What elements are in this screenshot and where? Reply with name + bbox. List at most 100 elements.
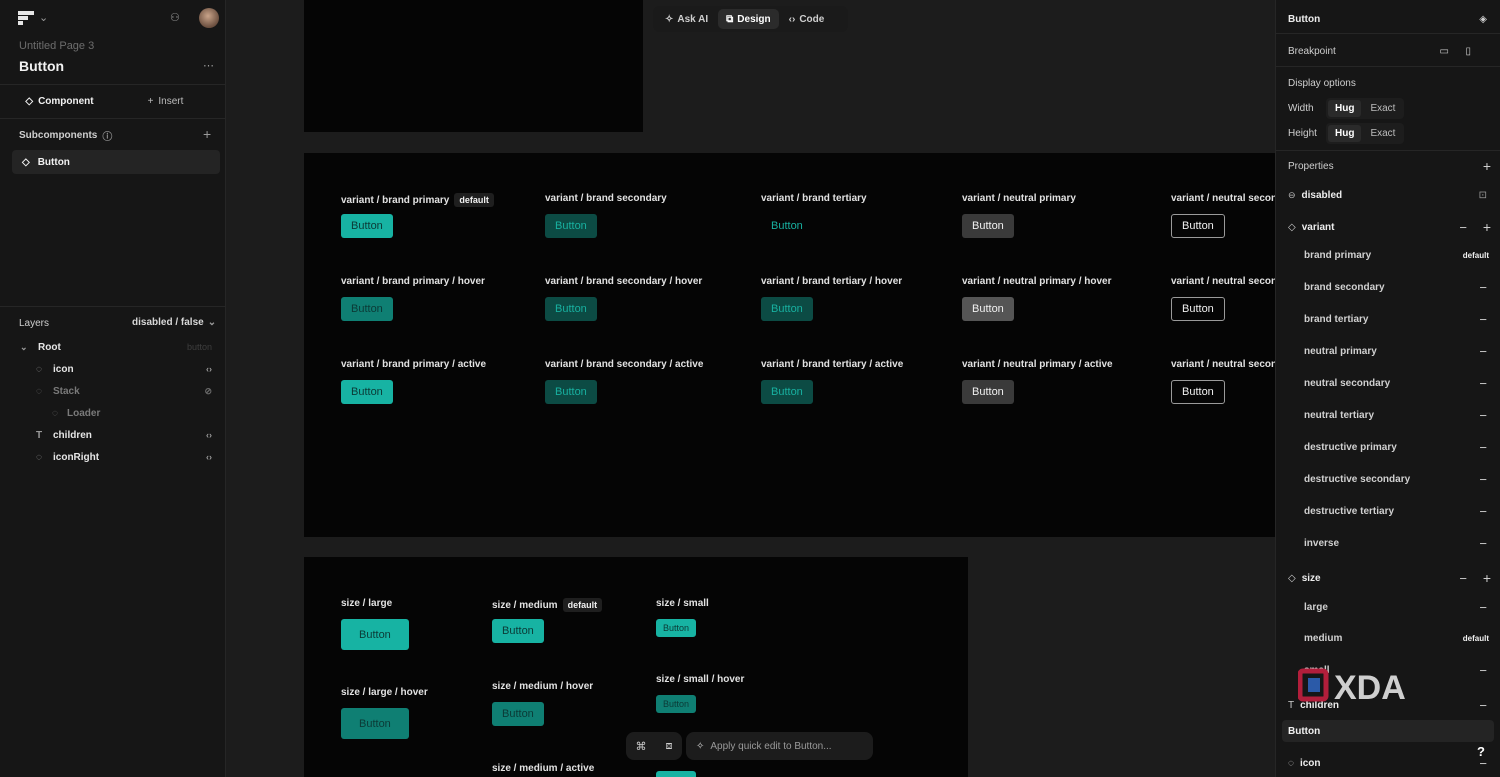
lock-icon[interactable]: ⊡ [1479,190,1487,201]
slot-dotted-icon: ◌ [36,385,42,397]
add-option-icon[interactable]: + [1483,570,1491,586]
preview-icon[interactable]: ⧈ [666,740,673,753]
ask-ai-button[interactable]: ✧ Ask AI [657,9,716,29]
app-logo-icon[interactable] [18,11,34,25]
add-user-icon[interactable]: ⚇ [170,11,180,24]
variant-option[interactable]: neutral tertiary − [1276,404,1500,426]
button-brand-tertiary-hover[interactable]: Button [761,297,813,321]
help-button[interactable]: ? [1477,744,1485,759]
button-brand-tertiary[interactable]: Button [761,214,813,238]
variant-option[interactable]: neutral primary − [1276,340,1500,362]
remove-icon[interactable]: − [1479,472,1487,487]
more-options-icon[interactable]: ⋯ [203,59,214,72]
button-brand-primary-hover[interactable]: Button [341,297,393,321]
remove-icon[interactable]: − [1459,571,1467,586]
button-neutral-secondary-hover[interactable]: Button [1171,297,1225,321]
mode-toolbar: ✧ Ask AI ⧉ Design ‹› Code [653,6,848,32]
quick-edit-input[interactable]: ✧ Apply quick edit to Button... [686,732,873,760]
button-brand-primary-active[interactable]: Button [341,380,393,404]
button-brand-tertiary-active[interactable]: Button [761,380,813,404]
remove-icon[interactable]: − [1479,376,1487,391]
button-brand-secondary-active[interactable]: Button [545,380,597,404]
variant-option[interactable]: destructive primary − [1276,436,1500,458]
height-exact-option[interactable]: Exact [1363,125,1402,142]
variant-option[interactable]: brand tertiary − [1276,308,1500,330]
logo-menu-chevron-icon[interactable]: ⌄ [39,11,48,24]
info-icon[interactable]: ⓘ [102,128,112,143]
children-value-input[interactable]: Button [1282,720,1494,742]
layers-filter-dropdown[interactable]: disabled / false ⌄ [132,317,216,328]
variant-option[interactable]: destructive tertiary − [1276,500,1500,522]
button-size-large-hover[interactable]: Button [341,708,409,739]
subcomponent-item-button[interactable]: ◇ Button [12,150,220,174]
button-neutral-secondary-active[interactable]: Button [1171,380,1225,404]
code-slot-icon[interactable]: ‹› [206,364,212,374]
add-property-icon[interactable]: + [1483,158,1491,174]
button-brand-primary[interactable]: Button [341,214,393,238]
button-neutral-primary-hover[interactable]: Button [962,297,1014,321]
height-segmented-control: Hug Exact [1326,122,1405,144]
button-brand-secondary[interactable]: Button [545,214,597,238]
code-slot-icon[interactable]: ‹› [206,452,212,462]
property-variant[interactable]: ◇ variant − + [1276,216,1500,238]
button-size-medium-hover[interactable]: Button [492,702,544,726]
avatar[interactable] [199,8,219,28]
code-slot-icon[interactable]: ‹› [206,430,212,440]
layer-children[interactable]: T children ‹› [12,423,220,447]
width-exact-option[interactable]: Exact [1363,100,1402,117]
desktop-icon[interactable]: ▭ [1440,46,1449,57]
size-option[interactable]: large − [1276,596,1500,618]
layer-icon[interactable]: ◌ icon ‹› [12,357,220,381]
mobile-icon[interactable]: ▯ [1465,46,1471,57]
remove-icon[interactable]: − [1479,280,1487,295]
button-neutral-primary[interactable]: Button [962,214,1014,238]
layer-stack[interactable]: ◌ Stack ⊘ [12,379,220,403]
variant-option[interactable]: neutral secondary − [1276,372,1500,394]
button-neutral-secondary[interactable]: Button [1171,214,1225,238]
variant-option[interactable]: inverse − [1276,532,1500,554]
add-subcomponent-icon[interactable]: + [203,126,211,142]
remove-icon[interactable]: − [1479,663,1487,678]
variant-diamond-icon: ◇ [1288,572,1296,584]
code-button[interactable]: ‹› Code [781,9,833,29]
layer-iconright[interactable]: ◌ iconRight ‹› [12,445,220,469]
chevron-down-icon: ⌄ [207,317,217,328]
variant-option[interactable]: brand secondary − [1276,276,1500,298]
button-size-small-active[interactable] [656,771,696,777]
variant-option[interactable]: destructive secondary − [1276,468,1500,490]
width-hug-option[interactable]: Hug [1328,99,1362,117]
remove-icon[interactable]: − [1479,440,1487,455]
variant-option[interactable]: brand primary default [1276,244,1500,266]
button-neutral-primary-active[interactable]: Button [962,380,1014,404]
layer-loader[interactable]: ◌ Loader [12,401,220,425]
component-icon[interactable]: ◈ [1479,14,1487,25]
add-option-icon[interactable]: + [1483,219,1491,235]
width-row: Width Hug Exact [1276,97,1500,119]
remove-icon[interactable]: − [1479,312,1487,327]
property-size[interactable]: ◇ size − + [1276,567,1500,589]
remove-icon[interactable]: − [1479,600,1487,615]
remove-icon[interactable]: − [1479,536,1487,551]
button-size-small[interactable]: Button [656,619,697,637]
remove-icon[interactable]: − [1479,344,1487,359]
tab-component[interactable]: ◇ Component [12,90,107,112]
size-option[interactable]: medium default [1276,627,1500,649]
height-hug-option[interactable]: Hug [1328,124,1362,142]
command-icon[interactable]: ⌘ [636,740,647,753]
tab-insert[interactable]: + Insert [118,90,213,112]
remove-icon[interactable]: − [1479,504,1487,519]
layer-root[interactable]: ⌄ Root button [12,335,220,359]
remove-icon[interactable]: − [1479,698,1487,713]
hidden-eye-icon[interactable]: ⊘ [204,386,212,397]
remove-icon[interactable]: − [1459,220,1467,235]
property-icon[interactable]: ◌ icon − [1276,752,1500,774]
property-disabled[interactable]: ⊖ disabled ⊡ [1276,184,1500,206]
remove-icon[interactable]: − [1479,408,1487,423]
button-size-small-hover[interactable]: Button [656,695,697,713]
design-button[interactable]: ⧉ Design [718,9,779,29]
size-label: size / small [656,598,709,609]
button-size-large[interactable]: Button [341,619,409,650]
button-size-medium[interactable]: Button [492,619,544,643]
svg-text:XDA: XDA [1334,669,1406,704]
button-brand-secondary-hover[interactable]: Button [545,297,597,321]
